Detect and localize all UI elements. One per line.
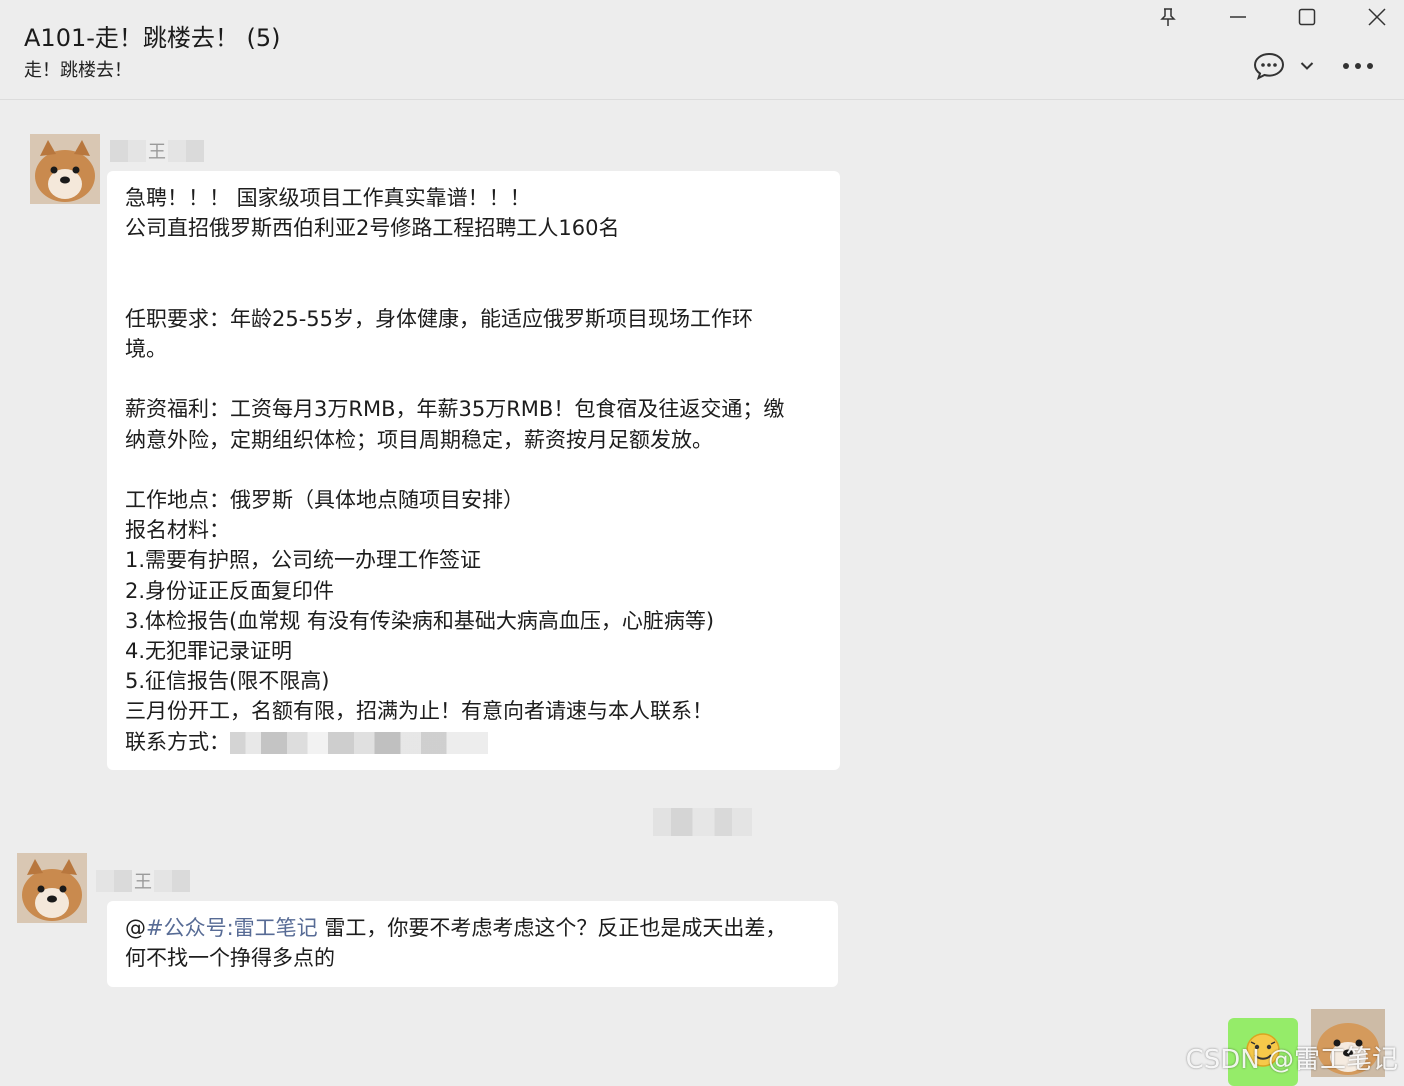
message-line: 公司直招俄罗斯西伯利亚2号修路工程招聘工人160名 (125, 216, 620, 241)
message-line: 薪资福利：工资每月3万RMB，年薪35万RMB！包食宿及往返交通；缴 (125, 397, 785, 422)
message-line: 1.需要有护照，公司统一办理工作签证 (125, 548, 482, 573)
title-bar: A101-走！跳楼去！ (5) 走！跳楼去！ (0, 0, 1404, 100)
message-line: 急聘！！！ 国家级项目工作真实靠谱！！！ (125, 186, 531, 210)
avatar[interactable] (17, 853, 87, 923)
chat-bubble-icon[interactable] (1251, 50, 1287, 82)
contact-line: 联系方式： (125, 727, 822, 757)
message-bubble[interactable]: @#公众号:雷工笔记 雷工，你要不考虑考虑这个？反正也是成天出差， 何不找一个挣… (107, 901, 838, 987)
pin-icon[interactable] (1152, 2, 1184, 32)
sender-name: 王 (96, 868, 206, 894)
message-line: 3.体检报告(血常规 有没有传染病和基础大病高血压，心脏病等) (125, 608, 715, 633)
message-bubble[interactable]: 急聘！！！ 国家级项目工作真实靠谱！！！ 公司直招俄罗斯西伯利亚2号修路工程招聘… (107, 171, 840, 770)
message-line: 纳意外险，定期组织体检；项目周期稳定，薪资按月足额发放。 (125, 427, 713, 452)
maximize-icon[interactable] (1291, 2, 1323, 32)
message-text: 雷工，你要不考虑考虑这个？反正也是成天出差， (317, 916, 787, 940)
message-line (125, 455, 822, 485)
watermark: CSDN @雷工笔记 (1185, 1045, 1398, 1075)
minimize-icon[interactable] (1222, 2, 1254, 32)
contact-redacted (230, 731, 488, 754)
message-line: 2.身份证正反面复印件 (125, 578, 335, 603)
message-line: 4.无犯罪记录证明 (125, 638, 293, 663)
chevron-down-icon[interactable] (1297, 50, 1317, 82)
message-line: 三月份开工，名额有限，招满为止！有意向者请速与本人联系！ (125, 699, 713, 724)
at-sign: @ (125, 916, 146, 940)
more-icon[interactable] (1340, 50, 1376, 82)
message-line (125, 243, 822, 273)
message-line: 工作地点：俄罗斯（具体地点随项目安排） (125, 487, 524, 512)
contact-label: 联系方式： (125, 729, 230, 754)
close-icon[interactable] (1361, 2, 1393, 32)
message-line: 报名材料： (125, 518, 230, 543)
message-line: 5.征信报告(限不限高) (125, 669, 330, 694)
sender-name: 王 (110, 138, 220, 164)
timestamp-redacted (653, 808, 752, 836)
chat-subtitle: 走！跳楼去！ (24, 60, 132, 81)
mention-link[interactable]: #公众号:雷工笔记 (146, 916, 318, 940)
message-line: 境。 (125, 336, 167, 361)
message-line (125, 274, 822, 304)
message-line: @#公众号:雷工笔记 雷工，你要不考虑考虑这个？反正也是成天出差， (125, 913, 820, 943)
message-line: 何不找一个挣得多点的 (125, 946, 335, 971)
chat-title: A101-走！跳楼去！ (5) (24, 24, 281, 52)
avatar[interactable] (30, 134, 100, 204)
message-line (125, 364, 822, 394)
message-line: 任职要求：年龄25-55岁，身体健康，能适应俄罗斯项目现场工作环 (125, 306, 754, 331)
